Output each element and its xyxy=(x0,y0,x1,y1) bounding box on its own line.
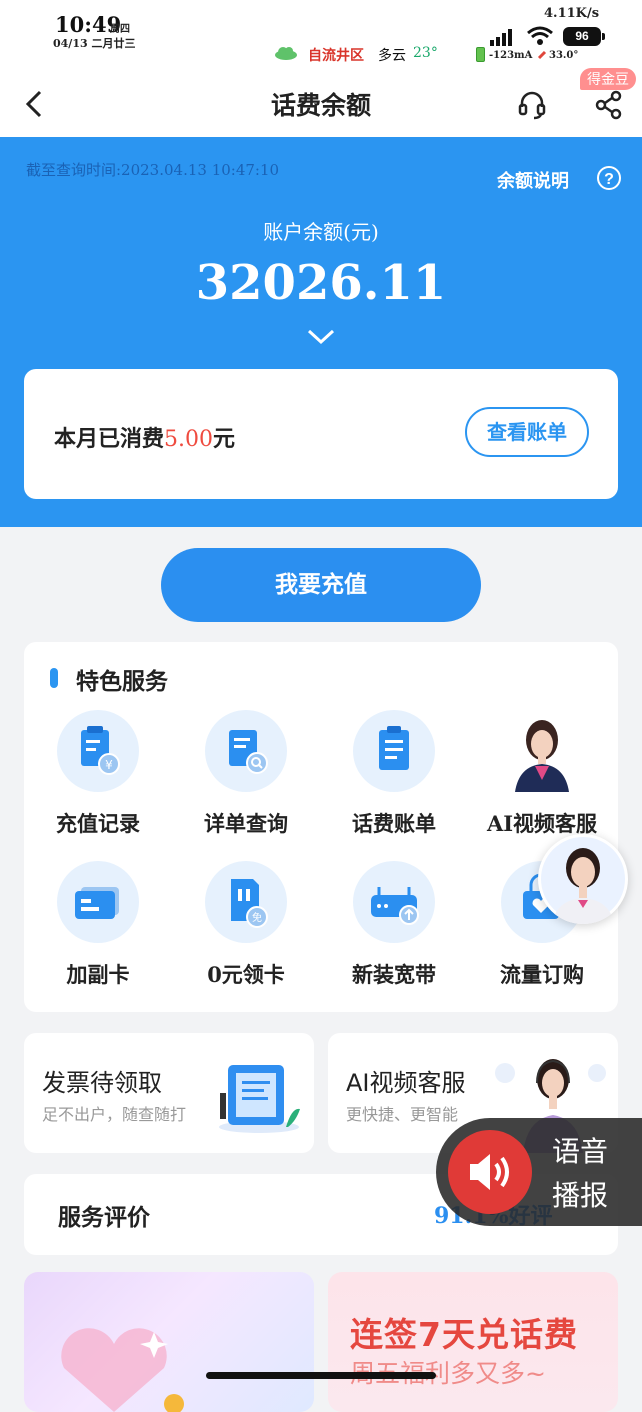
service-label: AI视频客服 xyxy=(486,811,598,836)
ai-agent-avatar xyxy=(501,710,583,792)
battery-temp: 33.0° xyxy=(549,50,579,61)
service-detail-query[interactable]: 详单查询 xyxy=(172,710,320,838)
service-broadband[interactable]: 新装宽带 xyxy=(320,861,468,989)
thermometer-icon xyxy=(537,50,547,60)
promo-title: AI视频客服 xyxy=(346,1069,466,1097)
floating-ai-avatar[interactable] xyxy=(538,834,628,924)
voice-label-line2: 播报 xyxy=(552,1179,609,1212)
agent-avatar-icon xyxy=(541,837,625,924)
checkin-title: 连签7天兑话费 xyxy=(350,1315,578,1354)
month-amount: 5.00 xyxy=(164,427,213,452)
featured-services: 特色服务 ¥ 充值记录 详单查询 话费账单 AI视频客服 加副卡 免 0元领卡 xyxy=(24,642,618,1012)
service-label: 详单查询 xyxy=(204,811,288,836)
home-indicator[interactable] xyxy=(206,1372,436,1379)
invoice-card[interactable]: 发票待领取 足不出户，随查随打 xyxy=(24,1033,314,1153)
svg-text:免: 免 xyxy=(252,911,262,924)
service-label: 0元领卡 xyxy=(207,962,285,987)
signal-icon xyxy=(490,29,512,46)
month-unit: 元 xyxy=(213,426,236,452)
invoice-illustration xyxy=(219,1065,300,1133)
promo-banner-left[interactable] xyxy=(24,1272,314,1412)
promo-subtitle: 更快捷、更智能 xyxy=(346,1105,459,1124)
chevron-down-icon[interactable] xyxy=(306,326,336,346)
small-battery-icon xyxy=(476,47,485,62)
wifi-icon xyxy=(527,26,553,45)
month-spending: 本月已消费5.00元 xyxy=(54,421,235,453)
svg-text:¥: ¥ xyxy=(105,758,113,772)
status-weather: 多云 xyxy=(378,48,406,64)
status-weekday: 周四 xyxy=(110,24,130,35)
voice-label: 语音 播报 xyxy=(552,1130,608,1218)
status-bar: 10:49 周四 04/13 二月廿三 自流井区 多云 23° 4.11K/s … xyxy=(0,0,642,72)
service-phone-bill[interactable]: 话费账单 xyxy=(320,710,468,838)
service-label: 新装宽带 xyxy=(352,962,436,987)
bill-icon xyxy=(353,710,435,792)
battery-icon: 96 xyxy=(563,27,601,46)
share-icon[interactable] xyxy=(594,89,624,121)
service-label: 充值记录 xyxy=(56,811,140,836)
net-speed: 4.11K/s xyxy=(544,6,600,21)
coin-badge[interactable]: 得金豆 xyxy=(580,68,636,90)
service-label: 话费账单 xyxy=(352,811,436,836)
voice-label-line1: 语音 xyxy=(552,1135,609,1168)
view-bill-button[interactable]: 查看账单 xyxy=(465,407,589,457)
service-ai-video[interactable]: AI视频客服 xyxy=(468,710,616,838)
promo-banner-right[interactable]: 连签7天兑话费 周五福利多又多~ xyxy=(328,1272,618,1412)
speaker-button[interactable] xyxy=(448,1130,532,1214)
promo-title: 发票待领取 xyxy=(42,1069,162,1097)
speaker-icon xyxy=(470,1154,509,1190)
balance-header: 截至查询时间:2023.04.13 10:47:10 余额说明 ? 账户余额(元… xyxy=(0,137,642,527)
balance-value: 32026.11 xyxy=(195,255,447,311)
heart-illustration xyxy=(61,1328,184,1412)
add-card-icon xyxy=(57,861,139,943)
month-prefix: 本月已消费 xyxy=(54,426,165,452)
section-title: 特色服务 xyxy=(76,668,168,695)
service-free-sim[interactable]: 免 0元领卡 xyxy=(172,861,320,989)
service-add-card[interactable]: 加副卡 xyxy=(24,861,172,989)
rating-title: 服务评价 xyxy=(58,1204,150,1231)
query-time: 截至查询时间:2023.04.13 10:47:10 xyxy=(26,161,280,179)
promo-subtitle: 足不出户，随查随打 xyxy=(42,1105,187,1124)
headset-icon[interactable] xyxy=(516,89,548,121)
status-city: 自流井区 xyxy=(308,48,364,64)
battery-tip xyxy=(602,33,605,40)
help-icon[interactable]: ? xyxy=(597,166,621,190)
voice-broadcast-widget[interactable]: 语音 播报 xyxy=(436,1118,642,1226)
recharge-button[interactable]: 我要充值 xyxy=(161,548,481,622)
free-sim-icon: 免 xyxy=(205,861,287,943)
balance-label: 账户余额(元) xyxy=(263,220,379,244)
status-temperature: 23° xyxy=(413,45,438,61)
router-icon xyxy=(353,861,435,943)
nav-bar: 话费余额 得金豆 xyxy=(0,68,642,137)
status-date: 04/13 二月廿三 xyxy=(53,37,136,50)
detail-query-icon xyxy=(205,710,287,792)
recharge-record-icon: ¥ xyxy=(57,710,139,792)
balance-note-link[interactable]: 余额说明 xyxy=(497,167,569,193)
service-recharge-record[interactable]: ¥ 充值记录 xyxy=(24,710,172,838)
service-label: 流量订购 xyxy=(500,962,584,987)
battery-current: -123mA xyxy=(489,50,533,61)
cloud-icon xyxy=(275,47,297,60)
month-spending-card: 本月已消费5.00元 查看账单 xyxy=(24,369,618,499)
section-marker xyxy=(50,668,58,688)
service-label: 加副卡 xyxy=(66,962,130,987)
